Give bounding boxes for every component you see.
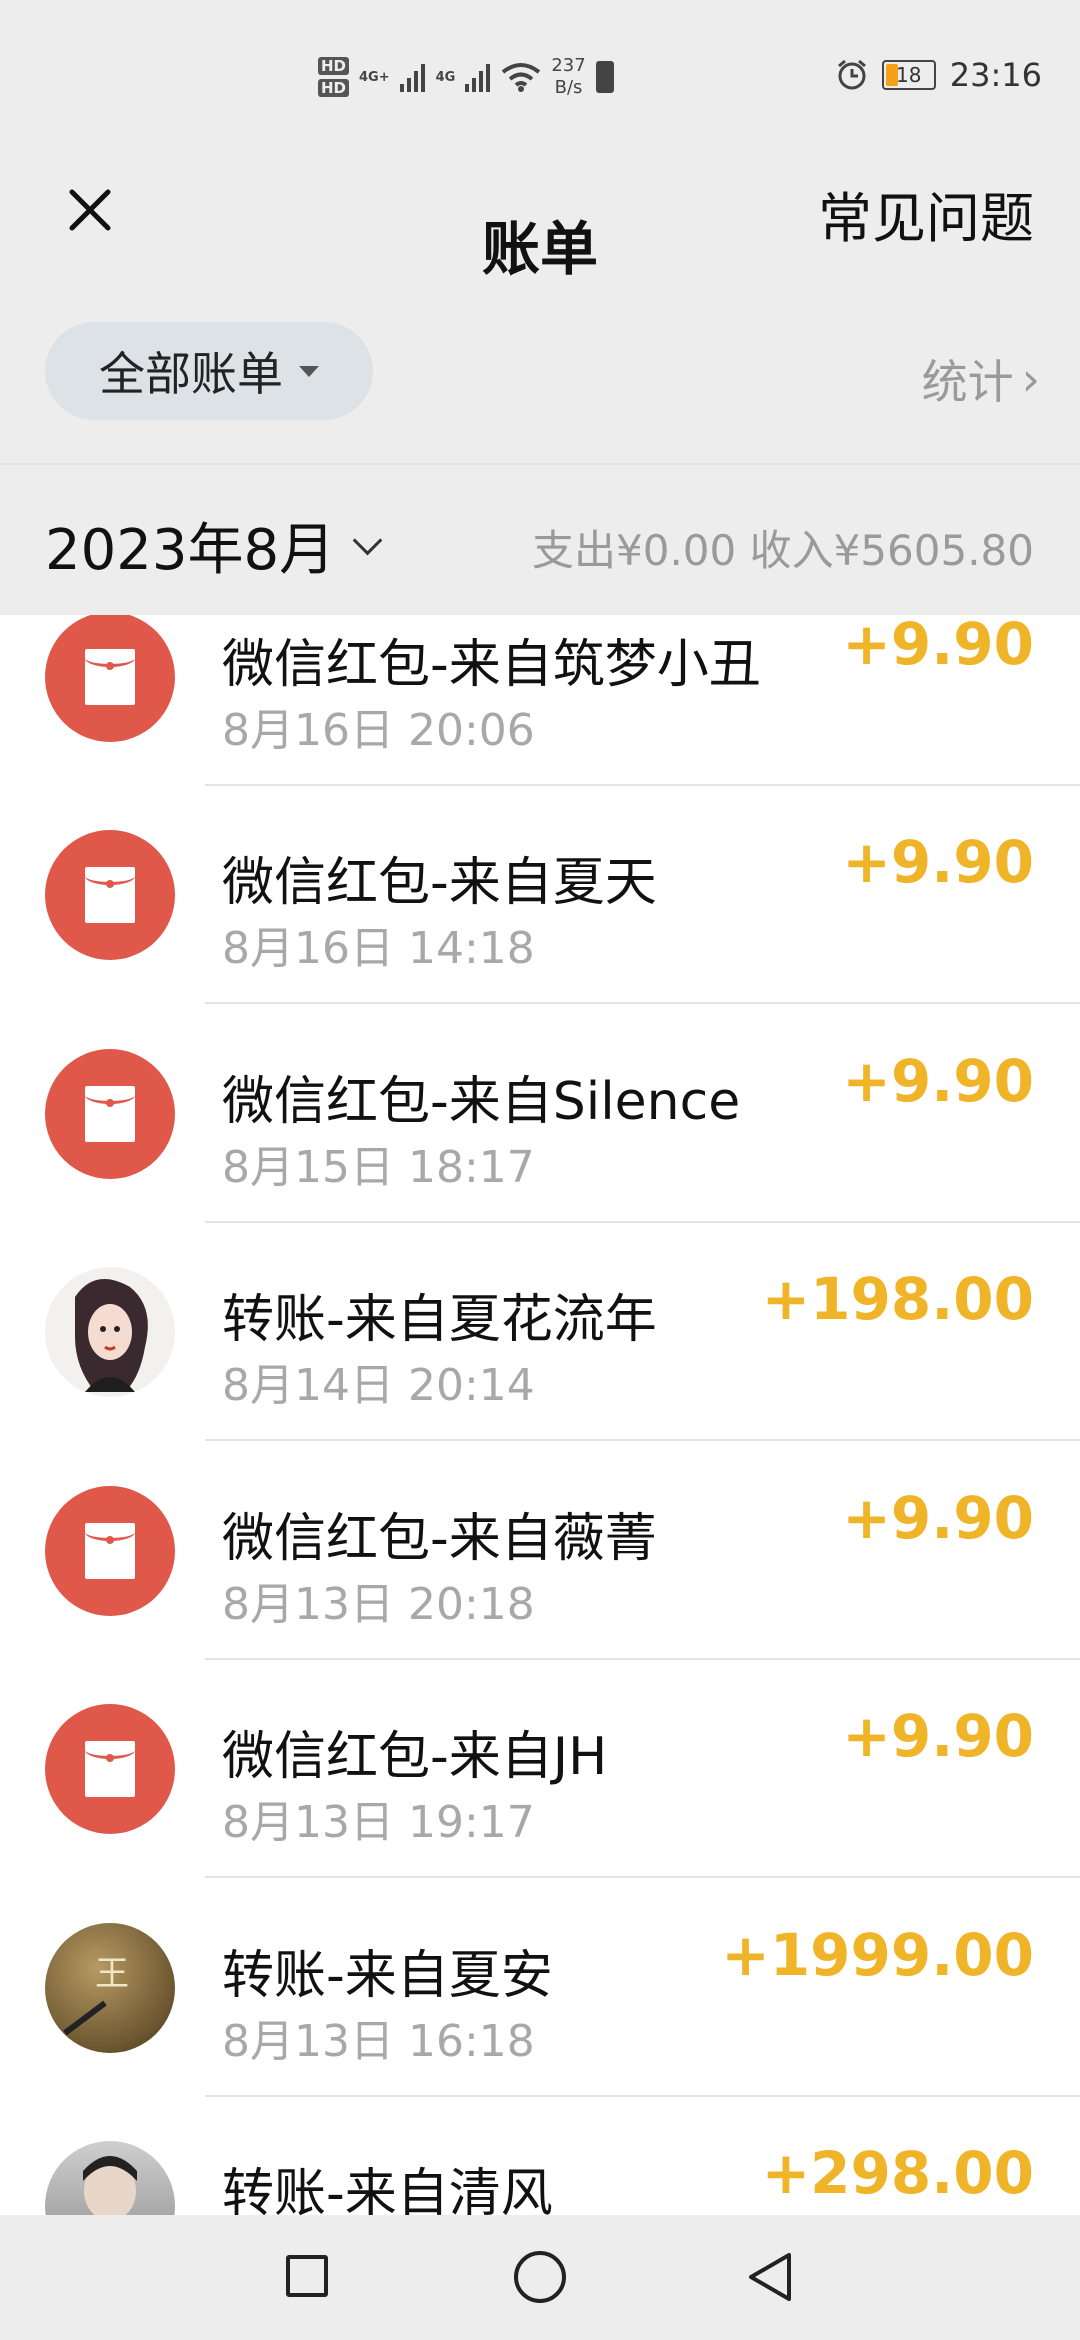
- transaction-time: 8月13日 19:17: [222, 1797, 535, 1848]
- row-divider: [205, 1876, 1080, 1878]
- bill-filter-label: 全部账单: [99, 347, 283, 401]
- transaction-title: 微信红包-来自JH: [222, 1727, 608, 1787]
- transaction-title: 微信红包-来自Silence: [222, 1072, 741, 1132]
- transaction-amount: +9.90: [842, 1484, 1034, 1552]
- transaction-row[interactable]: 转账-来自夏花流年 8月14日 20:14 +198.00: [0, 1223, 1080, 1441]
- red-packet-icon: [45, 1704, 175, 1834]
- red-packet-icon: [45, 615, 175, 742]
- filter-bar: 全部账单 统计 ›: [0, 310, 1080, 465]
- signal-bars-icon: [465, 64, 491, 92]
- transaction-title: 转账-来自清风: [222, 2164, 553, 2215]
- transaction-amount: +1999.00: [721, 1921, 1034, 1989]
- home-button[interactable]: [514, 2251, 566, 2303]
- transaction-time: 8月16日 14:18: [222, 923, 535, 974]
- transaction-row[interactable]: 微信红包-来自夏天 8月16日 14:18 +9.90: [0, 786, 1080, 1004]
- transaction-list[interactable]: 微信红包-来自筑梦小丑 8月16日 20:06 +9.90 微信红包-来自夏天 …: [0, 615, 1080, 2215]
- transaction-row[interactable]: 微信红包-来自筑梦小丑 8月16日 20:06 +9.90: [0, 615, 1080, 786]
- red-packet-icon: [45, 1486, 175, 1616]
- transaction-row[interactable]: 转账-来自清风 +298.00: [0, 2097, 1080, 2215]
- user-avatar: [45, 2141, 175, 2215]
- network-speed-value: 237: [551, 55, 586, 76]
- chevron-down-icon: [352, 525, 383, 556]
- transaction-row[interactable]: 微信红包-来自JH 8月13日 19:17 +9.90: [0, 1660, 1080, 1878]
- app-header: 账单 常见问题: [0, 140, 1080, 310]
- hd-badge: HD: [318, 79, 350, 97]
- hd-badges: HD HD: [318, 57, 350, 97]
- bill-filter-button[interactable]: 全部账单: [45, 322, 373, 420]
- transaction-title: 转账-来自夏安: [222, 1946, 553, 2006]
- transaction-title: 微信红包-来自薇菁: [222, 1509, 657, 1569]
- system-nav-bar: [0, 2215, 1080, 2340]
- statistics-link[interactable]: 统计 ›: [922, 346, 1040, 412]
- back-button[interactable]: [745, 2251, 795, 2303]
- month-header: 2023年8月 支出¥0.00 收入¥5605.80: [0, 465, 1080, 615]
- transaction-amount: +9.90: [842, 828, 1034, 896]
- transaction-amount: +9.90: [842, 615, 1034, 678]
- chevron-right-icon: ›: [1021, 352, 1040, 406]
- transaction-row[interactable]: 微信红包-来自Silence 8月15日 18:17 +9.90: [0, 1005, 1080, 1223]
- user-avatar: 王: [45, 1923, 175, 2053]
- status-bar: HD HD 4G+ 4G 237 B/s 18 23:16: [0, 0, 1080, 140]
- transaction-amount: +9.90: [842, 1702, 1034, 1770]
- user-avatar: [45, 1267, 175, 1397]
- battery-level: 18: [896, 63, 922, 87]
- battery-icon: 18: [881, 60, 936, 90]
- row-divider: [205, 1002, 1080, 1004]
- transaction-row[interactable]: 微信红包-来自薇菁 8月13日 20:18 +9.90: [0, 1442, 1080, 1660]
- month-selector[interactable]: 2023年8月: [45, 505, 383, 586]
- caret-down-icon: [299, 365, 319, 377]
- transaction-time: 8月13日 16:18: [222, 2016, 535, 2067]
- month-summary: 支出¥0.00 收入¥5605.80: [532, 526, 1034, 575]
- signal-4gplus: 4G+: [359, 69, 390, 85]
- status-right: 18 23:16: [836, 56, 1042, 94]
- transaction-time: 8月15日 18:17: [222, 1142, 535, 1193]
- signal-bars-icon: [399, 64, 425, 92]
- transaction-amount: +9.90: [842, 1047, 1034, 1115]
- transaction-title: 微信红包-来自夏天: [222, 853, 657, 913]
- status-indicators: HD HD 4G+ 4G 237 B/s: [318, 52, 614, 102]
- row-divider: [205, 1439, 1080, 1441]
- hd-badge: HD: [318, 57, 350, 75]
- transaction-time: 8月16日 20:06: [222, 705, 535, 756]
- signal-4g: 4G: [435, 69, 456, 85]
- status-time: 23:16: [949, 56, 1042, 94]
- transaction-amount: +298.00: [761, 2139, 1034, 2207]
- statistics-label: 统计: [921, 355, 1014, 409]
- battery-saver-icon: [595, 61, 614, 93]
- faq-link[interactable]: 常见问题: [818, 174, 1034, 253]
- red-packet-icon: [45, 1049, 175, 1179]
- avatar-seal-text: 王: [95, 1954, 129, 1994]
- network-speed-unit: B/s: [554, 77, 583, 98]
- red-packet-icon: [45, 830, 175, 960]
- recents-button[interactable]: [286, 2255, 328, 2297]
- transaction-title: 微信红包-来自筑梦小丑: [222, 635, 761, 695]
- transaction-time: 8月13日 20:18: [222, 1579, 535, 1630]
- transaction-title: 转账-来自夏花流年: [222, 1290, 657, 1350]
- alarm-icon: [837, 59, 866, 90]
- month-label: 2023年8月: [45, 518, 336, 583]
- transaction-row[interactable]: 王 转账-来自夏安 8月13日 16:18 +1999.00: [0, 1879, 1080, 2097]
- network-speed: 237 B/s: [551, 55, 585, 99]
- wifi-icon: [502, 63, 541, 92]
- transaction-time: 8月14日 20:14: [222, 1360, 535, 1411]
- transaction-amount: +198.00: [761, 1265, 1034, 1333]
